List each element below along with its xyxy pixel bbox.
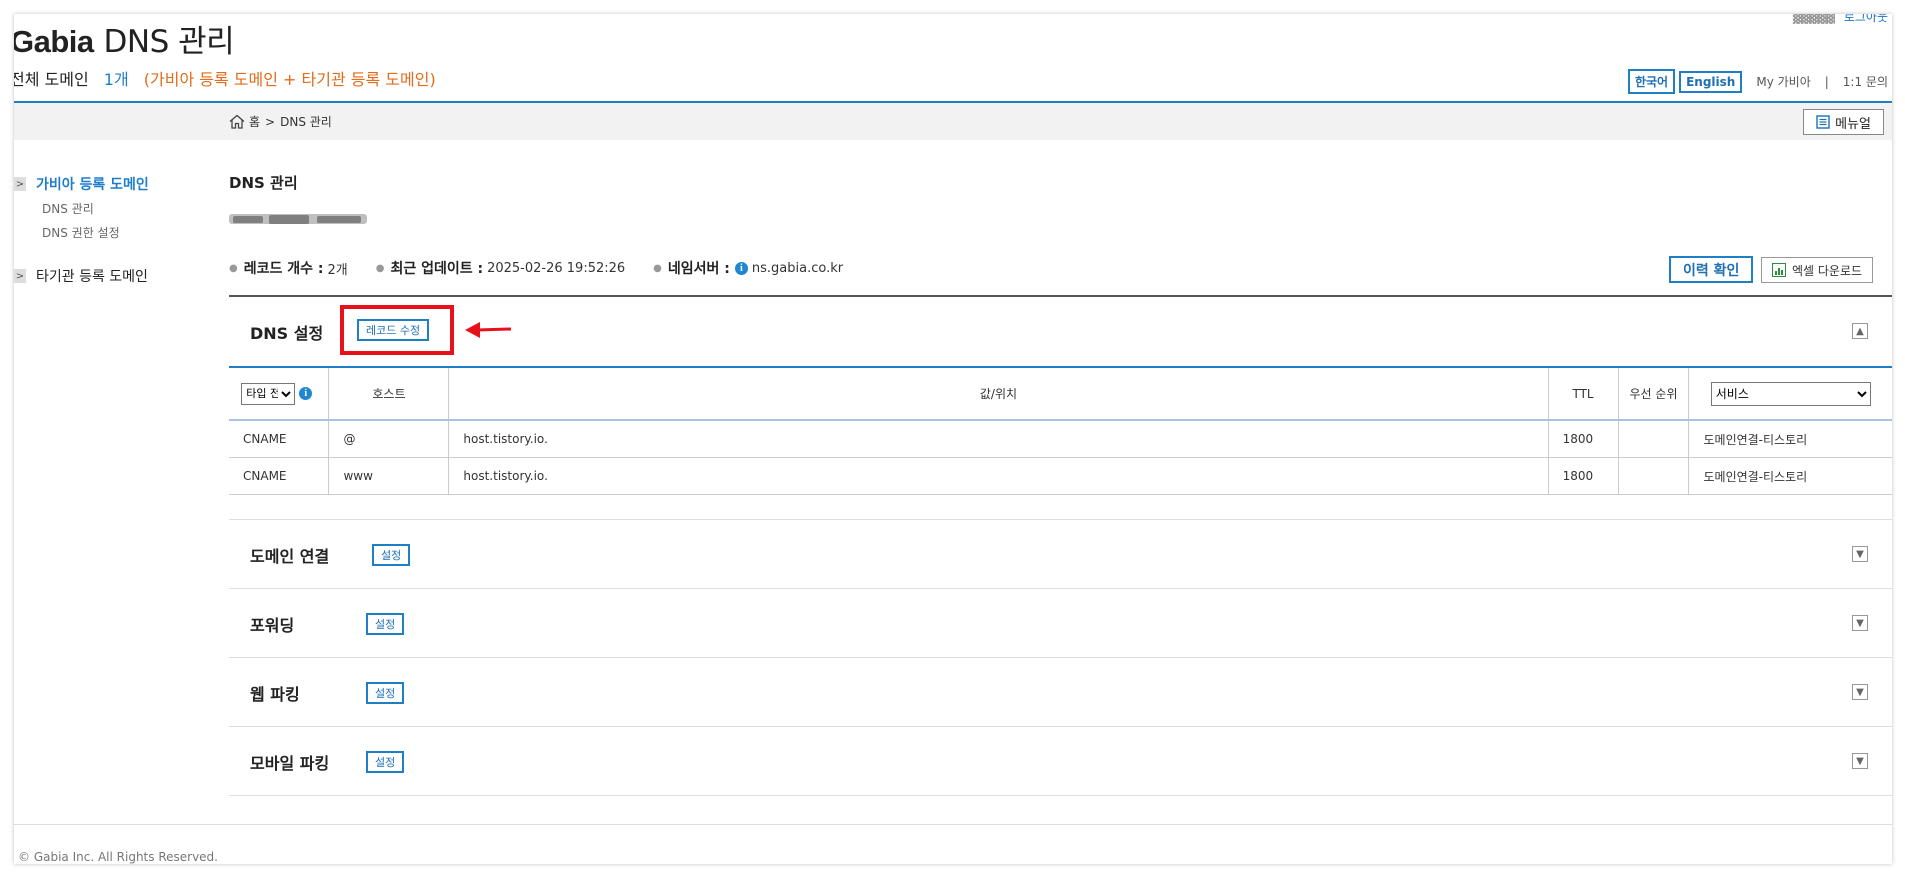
domain-connect-settings-button[interactable]: 설정: [372, 544, 411, 566]
page-frame: Gabia DNS 관리 ▓▓▓▓▓ 로그아웃 전체 도메인 1개 (가비아 등…: [14, 14, 1892, 864]
summary-count: 1개: [103, 70, 129, 89]
summary-detail: (가비아 등록 도메인 + 타기관 등록 도메인): [143, 70, 436, 89]
section-title-mobile-parking: 모바일 파킹: [250, 754, 330, 773]
stat-record-count: ● 레코드 개수 : 2개: [229, 258, 348, 278]
section-divider: [229, 519, 1892, 520]
summary-label: 전체 도메인: [14, 70, 89, 89]
cell-ttl: 1800: [1547, 457, 1619, 495]
type-header: 타입 전 i: [229, 366, 329, 421]
stat-label: 네임서버 :: [667, 261, 730, 277]
service-filter-select[interactable]: 서비스: [1710, 381, 1871, 406]
dns-records-table: 타입 전 i 호스트 값/위치 TTL 우선 순위 서비스 CNAME @ ho…: [229, 366, 1892, 495]
forwarding-settings-button[interactable]: 설정: [366, 613, 405, 635]
logout-link[interactable]: 로그아웃: [1844, 14, 1888, 24]
table-row: CNAME @ host.tistory.io. 1800 도메인연결-티스토리: [229, 420, 1892, 458]
service-header: 서비스: [1688, 366, 1892, 421]
cell-type: CNAME: [229, 457, 329, 495]
dns-settings-title: DNS 설정: [250, 324, 324, 343]
lang-en-button[interactable]: English: [1679, 70, 1743, 93]
inquiry-link[interactable]: 1:1 문의: [1843, 73, 1888, 90]
stat-nameserver: ● 네임서버 : i ns.gabia.co.kr: [653, 258, 843, 278]
top-links: 한국어 English My 가비아 | 1:1 문의: [1624, 69, 1888, 94]
cell-priority: [1617, 420, 1689, 458]
manual-label: 메뉴얼: [1835, 116, 1871, 132]
my-gabia-link[interactable]: My 가비아: [1756, 73, 1810, 90]
sidebar-item-label: 가비아 등록 도메인: [36, 177, 149, 193]
breadcrumb: 홈 > DNS 관리: [229, 113, 332, 130]
cell-ttl: 1800: [1547, 420, 1619, 458]
link-divider: |: [1824, 74, 1829, 89]
stat-label: 최근 업데이트 :: [390, 261, 484, 277]
info-icon[interactable]: i: [299, 387, 313, 400]
excel-icon: [1772, 263, 1786, 277]
mobile-parking-settings-button[interactable]: 설정: [366, 751, 405, 773]
excel-label: 엑셀 다운로드: [1792, 263, 1863, 278]
chevron-right-icon: >: [14, 269, 26, 283]
document-icon: [1816, 115, 1830, 129]
page-title: DNS 관리: [229, 174, 298, 192]
section-title-web-parking: 웹 파킹: [250, 685, 300, 704]
footer-divider: [14, 824, 1892, 825]
history-button[interactable]: 이력 확인: [1669, 256, 1754, 283]
domain-name-blurred: [229, 214, 367, 224]
type-filter-select[interactable]: 타입 전: [241, 382, 296, 405]
record-stats: ● 레코드 개수 : 2개 ● 최근 업데이트 : 2025-02-26 19:…: [229, 258, 871, 278]
user-name-blurred: ▓▓▓▓▓: [1792, 14, 1835, 24]
chevron-right-icon: >: [14, 177, 26, 191]
sidebar-item-gabia-domains[interactable]: > 가비아 등록 도메인: [14, 174, 149, 194]
chevron-down-icon[interactable]: ▼: [1852, 684, 1868, 700]
arrow-left-icon: [465, 322, 512, 338]
cell-value: host.tistory.io.: [448, 457, 1549, 495]
breadcrumb-current: DNS 관리: [280, 115, 332, 129]
section-title-forwarding: 포워딩: [250, 616, 295, 635]
cell-service: 도메인연결-티스토리: [1688, 420, 1892, 458]
logo-brand: Gabia: [14, 24, 94, 59]
sidebar-sub-dns-permission[interactable]: DNS 권한 설정: [42, 224, 120, 241]
highlight-box: [340, 305, 454, 355]
cell-value: host.tistory.io.: [448, 420, 1549, 458]
column-header: TTL: [1547, 366, 1619, 421]
chevron-down-icon[interactable]: ▼: [1852, 546, 1868, 562]
lang-ko-button[interactable]: 한국어: [1627, 69, 1676, 94]
copyright: © Gabia Inc. All Rights Reserved.: [18, 850, 218, 864]
section-divider: [229, 795, 1892, 796]
app-logo[interactable]: Gabia DNS 관리: [14, 16, 235, 61]
column-header: 호스트: [328, 366, 449, 421]
sidebar-item-other-domains[interactable]: > 타기관 등록 도메인: [14, 266, 148, 286]
table-row: CNAME www host.tistory.io. 1800 도메인연결-티스…: [229, 457, 1892, 495]
excel-download-button[interactable]: 엑셀 다운로드: [1761, 257, 1874, 283]
chevron-down-icon[interactable]: ▼: [1852, 753, 1868, 769]
column-header: 값/위치: [448, 366, 1549, 421]
section-divider: [229, 295, 1892, 297]
stat-label: 레코드 개수 :: [243, 261, 324, 277]
stat-value: ns.gabia.co.kr: [751, 260, 844, 276]
section-divider: [229, 657, 1892, 658]
home-icon[interactable]: [229, 114, 245, 129]
cell-type: CNAME: [229, 420, 329, 458]
chevron-up-icon[interactable]: ▲: [1852, 323, 1868, 339]
stat-last-update: ● 최근 업데이트 : 2025-02-26 19:52:26: [376, 258, 625, 278]
web-parking-settings-button[interactable]: 설정: [366, 682, 405, 704]
manual-button[interactable]: 메뉴얼: [1803, 109, 1884, 135]
section-divider: [229, 726, 1892, 727]
cell-priority: [1617, 457, 1689, 495]
stat-value: 2025-02-26 19:52:26: [487, 260, 626, 276]
table-header-row: 타입 전 i 호스트 값/위치 TTL 우선 순위 서비스: [229, 366, 1892, 421]
info-icon[interactable]: i: [734, 261, 748, 275]
cell-host: www: [328, 457, 449, 495]
cell-service: 도메인연결-티스토리: [1688, 457, 1892, 495]
column-header: 우선 순위: [1617, 366, 1689, 421]
breadcrumb-sep: >: [265, 114, 276, 129]
domain-summary: 전체 도메인 1개 (가비아 등록 도메인 + 타기관 등록 도메인): [14, 66, 436, 90]
section-divider: [229, 588, 1892, 589]
breadcrumb-home[interactable]: 홈: [249, 113, 260, 130]
cell-host: @: [328, 420, 449, 458]
chevron-down-icon[interactable]: ▼: [1852, 615, 1868, 631]
section-title-domain-connect: 도메인 연결: [250, 547, 330, 566]
logo-suffix: DNS 관리: [103, 24, 235, 60]
logout-area: ▓▓▓▓▓ 로그아웃: [1793, 14, 1888, 25]
sidebar-sub-dns-manage[interactable]: DNS 관리: [42, 200, 94, 217]
stat-value: 2개: [327, 262, 348, 278]
sidebar-item-label: 타기관 등록 도메인: [36, 269, 148, 285]
